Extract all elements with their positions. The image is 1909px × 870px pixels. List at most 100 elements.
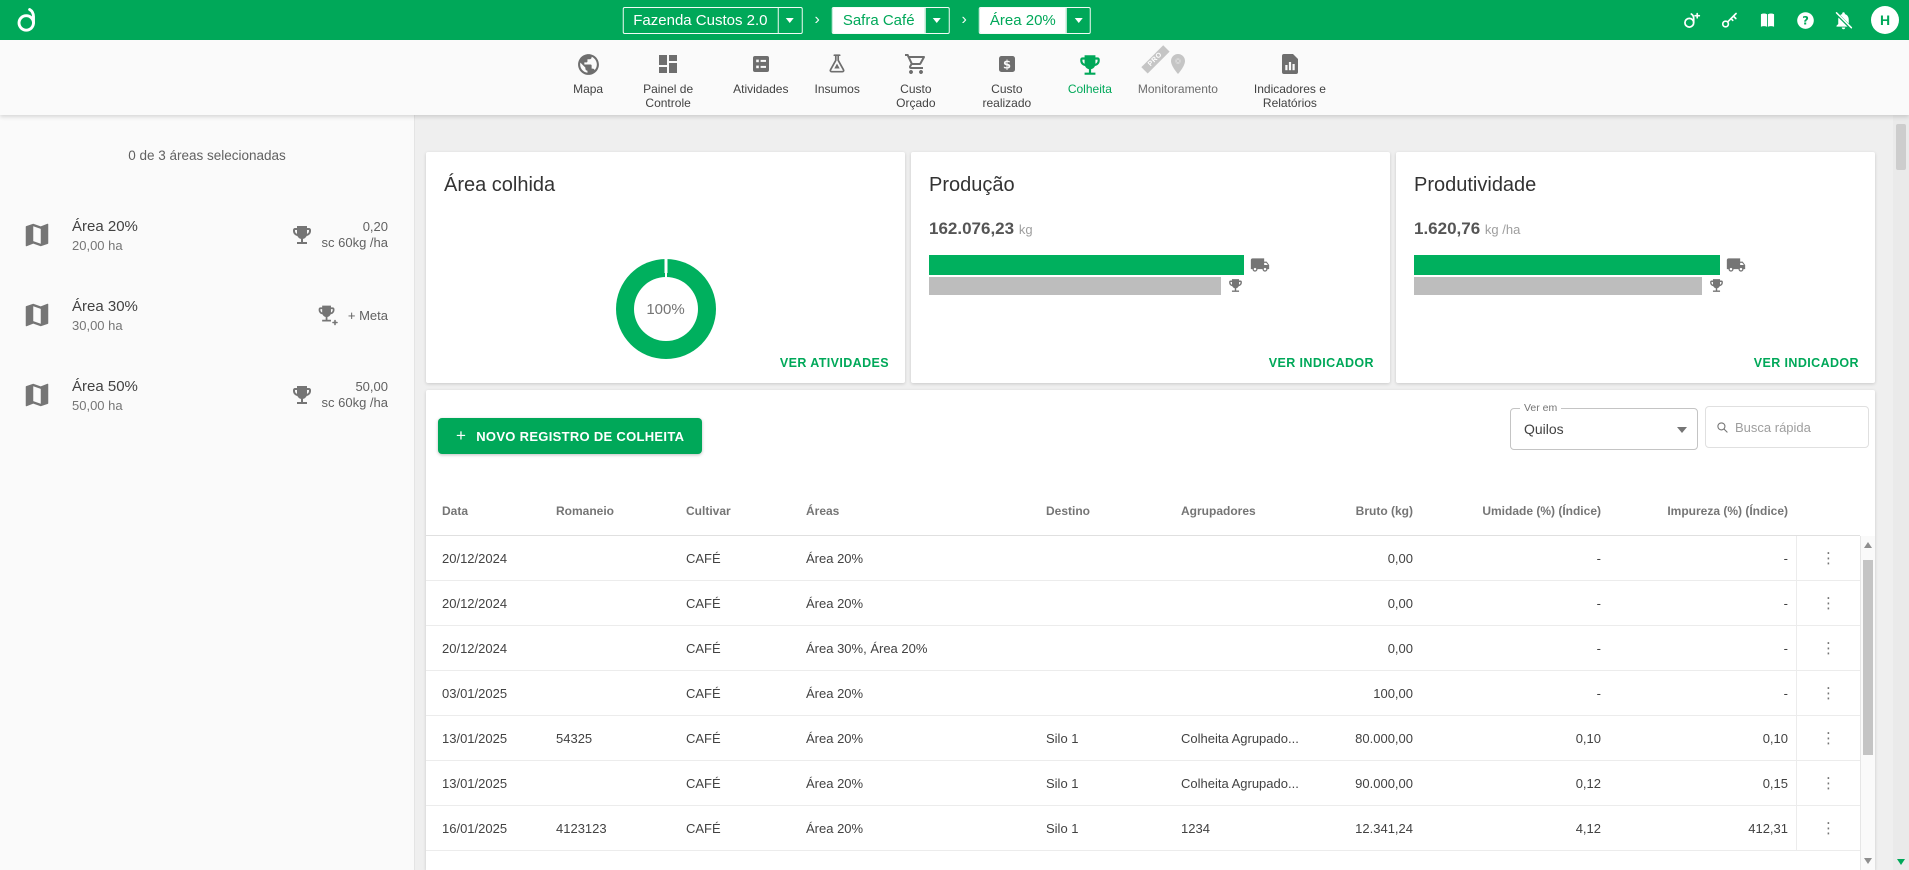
column-header-umidade[interactable]: Umidade (%) (Índice): [1421, 504, 1609, 518]
column-header-data[interactable]: Data: [426, 504, 556, 518]
new-harvest-record-button[interactable]: + NOVO REGISTRO DE COLHEITA: [438, 418, 702, 454]
table-row[interactable]: 16/01/20254123123CAFÉÁrea 20%Silo 112341…: [426, 806, 1860, 851]
page-scrollbar-thumb[interactable]: [1896, 124, 1906, 170]
add-goal-button[interactable]: + Meta: [348, 308, 388, 323]
nav-label: Mapa: [573, 83, 603, 97]
goal-value-block: 0,20 sc 60kg /ha: [322, 219, 389, 252]
row-menu-button[interactable]: ⋮: [1813, 729, 1844, 747]
productivity-bars: [1414, 255, 1857, 297]
area-size: 20,00 ha: [72, 238, 290, 253]
production-value: 162.076,23 kg: [929, 219, 1372, 239]
ver-indicador-link[interactable]: VER INDICADOR: [1754, 356, 1859, 370]
search-icon: [1716, 420, 1729, 435]
goal-trophy-icon: [290, 383, 314, 407]
scroll-up-arrow-icon[interactable]: [1864, 542, 1872, 548]
area-info: Área 50% 50,00 ha: [72, 378, 290, 413]
nav-item-mapa[interactable]: Mapa: [573, 40, 603, 115]
ver-indicador-link[interactable]: VER INDICADOR: [1269, 356, 1374, 370]
areas-sidebar: 0 de 3 áreas selecionadas Área 20% 20,00…: [0, 115, 415, 870]
nav-label: Indicadores e Relatórios: [1244, 83, 1336, 111]
svg-text:$: $: [1003, 57, 1011, 71]
goal-value: 50,00: [322, 379, 389, 395]
farm-selector-chevron-down-icon[interactable]: [778, 8, 802, 33]
page-scroll-down-arrow-icon[interactable]: [1897, 859, 1905, 865]
table-body: 20/12/2024CAFÉÁrea 20%0,00--⋮ 20/12/2024…: [426, 536, 1860, 870]
area-selector[interactable]: Área 20%: [979, 7, 1091, 34]
nav-label: Atividades: [733, 83, 788, 97]
scrollbar-thumb[interactable]: [1863, 560, 1873, 755]
table-row[interactable]: 20/12/2024CAFÉÁrea 30%, Área 20%0,00--⋮: [426, 626, 1860, 671]
row-menu-button[interactable]: ⋮: [1813, 774, 1844, 792]
area-info: Área 30% 30,00 ha: [72, 298, 316, 333]
row-menu-button[interactable]: ⋮: [1813, 639, 1844, 657]
column-header-bruto[interactable]: Bruto (kg): [1327, 504, 1421, 518]
areas-list: Área 20% 20,00 ha 0,20 sc 60kg /ha Área …: [0, 195, 414, 435]
table-row[interactable]: 03/01/2025CAFÉÁrea 20%100,00--⋮: [426, 671, 1860, 716]
nav-item-painel-de-controle[interactable]: Painel de Controle: [629, 40, 707, 115]
production-bars: [929, 255, 1372, 297]
nav-item-custo-realizado[interactable]: $ Custo realizado: [972, 40, 1042, 115]
area-size: 50,00 ha: [72, 398, 290, 413]
goal-trophy-add-icon: [316, 303, 340, 327]
user-avatar[interactable]: H: [1871, 6, 1899, 34]
summary-cards: Área colhida 100% VER ATIVIDADES Produçã…: [426, 152, 1875, 383]
season-selector-value: Safra Café: [833, 8, 925, 33]
nav-label: Insumos: [814, 83, 859, 97]
area-list-item[interactable]: Área 20% 20,00 ha 0,20 sc 60kg /ha: [0, 195, 414, 275]
row-menu-button[interactable]: ⋮: [1813, 594, 1844, 612]
column-header-agrupadores[interactable]: Agrupadores: [1181, 504, 1327, 518]
nav-item-indicadores-e-relatorios[interactable]: Indicadores e Relatórios: [1244, 40, 1336, 115]
nav-item-atividades[interactable]: Atividades: [733, 40, 788, 115]
areas-selection-summary: 0 de 3 áreas selecionadas: [0, 148, 414, 163]
search-input[interactable]: [1735, 420, 1858, 435]
app-root: Fazenda Custos 2.0 › Safra Café › Área 2…: [0, 0, 1909, 870]
farm-selector-value: Fazenda Custos 2.0: [623, 8, 777, 33]
row-menu-button[interactable]: ⋮: [1813, 819, 1844, 837]
help-icon[interactable]: ?: [1795, 10, 1816, 31]
flask-icon: [825, 52, 849, 79]
column-header-cultivar[interactable]: Cultivar: [686, 504, 806, 518]
nav-item-colheita[interactable]: Colheita: [1068, 40, 1112, 115]
view-in-value: Quilos: [1524, 421, 1564, 437]
table-row[interactable]: 13/01/2025CAFÉÁrea 20%Silo 1Colheita Agr…: [426, 761, 1860, 806]
notifications-off-icon[interactable]: [1833, 10, 1854, 31]
production-unit: kg: [1019, 222, 1033, 237]
farm-selector[interactable]: Fazenda Custos 2.0: [622, 7, 802, 34]
table-row[interactable]: 13/01/202554325CAFÉÁrea 20%Silo 1Colheit…: [426, 716, 1860, 761]
book-icon[interactable]: [1757, 10, 1778, 31]
area-selector-chevron-down-icon[interactable]: [1066, 8, 1090, 33]
nav-item-insumos[interactable]: Insumos: [814, 40, 859, 115]
table-scrollbar[interactable]: [1860, 536, 1875, 870]
column-header-areas[interactable]: Áreas: [806, 504, 1046, 518]
map-pin-icon: PRO: [1166, 52, 1190, 79]
column-header-impureza[interactable]: Impureza (%) (Índice): [1609, 504, 1796, 518]
season-selector[interactable]: Safra Café: [832, 7, 950, 34]
page-scrollbar[interactable]: [1893, 40, 1909, 870]
view-in-select[interactable]: Ver em Quilos: [1510, 408, 1698, 450]
invite-user-icon[interactable]: [1681, 10, 1702, 31]
table-row[interactable]: 20/12/2024CAFÉÁrea 20%0,00--⋮: [426, 581, 1860, 626]
card-produtividade: Produtividade 1.620,76 kg /ha VER INDICA: [1396, 152, 1875, 383]
column-header-romaneio[interactable]: Romaneio: [556, 504, 686, 518]
row-menu-button[interactable]: ⋮: [1813, 549, 1844, 567]
nav-item-custo-orcado[interactable]: Custo Orçado: [886, 40, 946, 115]
aegro-logo-icon: [14, 6, 42, 34]
nav-item-monitoramento[interactable]: PRO Monitoramento: [1138, 40, 1218, 115]
area-list-item[interactable]: Área 50% 50,00 ha 50,00 sc 60kg /ha: [0, 355, 414, 435]
area-list-item[interactable]: Área 30% 30,00 ha + Meta: [0, 275, 414, 355]
truck-icon: [1726, 255, 1746, 275]
view-in-label: Ver em: [1520, 402, 1561, 414]
card-title: Área colhida: [444, 174, 887, 197]
truck-icon: [1250, 255, 1270, 275]
key-icon[interactable]: [1719, 10, 1740, 31]
goal-value: 0,20: [322, 219, 389, 235]
nav-label: Painel de Controle: [629, 83, 707, 111]
row-menu-button[interactable]: ⋮: [1813, 684, 1844, 702]
ver-atividades-link[interactable]: VER ATIVIDADES: [780, 356, 889, 370]
column-header-destino[interactable]: Destino: [1046, 504, 1181, 518]
task-list-icon: [749, 52, 773, 79]
scroll-down-arrow-icon[interactable]: [1864, 858, 1872, 864]
main-content: Área colhida 100% VER ATIVIDADES Produçã…: [415, 115, 1893, 870]
season-selector-chevron-down-icon[interactable]: [925, 8, 949, 33]
table-row[interactable]: 20/12/2024CAFÉÁrea 20%0,00--⋮: [426, 536, 1860, 581]
